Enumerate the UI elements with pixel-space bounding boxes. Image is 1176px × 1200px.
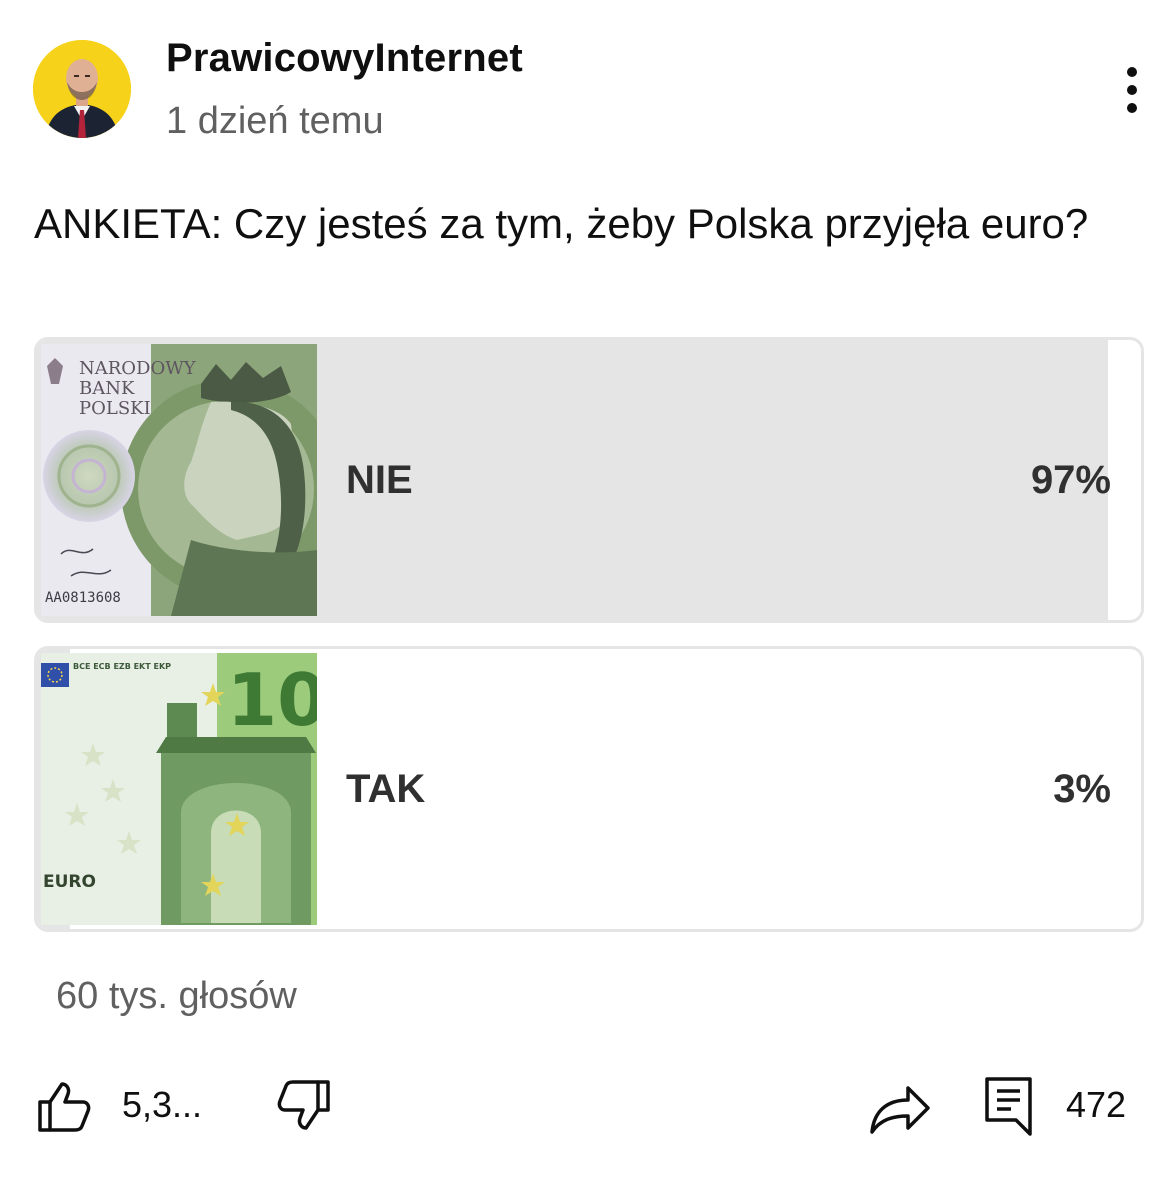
banknote-text-line3: POLSKI xyxy=(79,398,151,419)
more-options-button[interactable] xyxy=(1108,64,1156,116)
banknote-bank-codes: BCE ECB EZB EKT EKP xyxy=(73,662,171,671)
comment-count: 472 xyxy=(1066,1084,1127,1125)
share-button[interactable] xyxy=(868,1078,934,1138)
dislike-button[interactable] xyxy=(276,1078,336,1138)
thumbs-down-icon xyxy=(277,1080,330,1130)
avatar-person-image xyxy=(33,40,131,138)
poll-question: ANKIETA: Czy jesteś za tym, żeby Polska … xyxy=(34,200,1089,247)
banknote-serial: AA0813608 xyxy=(45,590,121,606)
poll-option-nie[interactable]: NARODOWY BANK POLSKI AA0813608 NIE 97% xyxy=(34,337,1144,623)
channel-name[interactable]: PrawicowyInternet xyxy=(166,36,523,81)
share-icon xyxy=(870,1086,930,1134)
poll-option-percent: 3% xyxy=(1053,767,1111,811)
banknote-currency: EURO xyxy=(43,872,96,892)
polish-zloty-banknote-image: NARODOWY BANK POLSKI AA0813608 xyxy=(41,344,317,616)
euro-banknote-image: BCE ECB EZB EKT EKP 100 EURO xyxy=(41,653,317,925)
poll-option-tak[interactable]: BCE ECB EZB EKT EKP 100 EURO xyxy=(34,646,1144,932)
poll-option-label: TAK xyxy=(346,767,426,811)
post-time: 1 dzień temu xyxy=(166,100,384,142)
thumbs-up-icon xyxy=(38,1082,91,1132)
poll-vote-count: 60 tys. głosów xyxy=(56,975,297,1017)
like-count: 5,3... xyxy=(122,1084,203,1125)
comments-button[interactable]: 472 xyxy=(984,1076,1144,1140)
comment-icon xyxy=(985,1077,1032,1136)
banknote-text-line1: NARODOWY xyxy=(79,358,197,379)
more-vert-icon xyxy=(1127,67,1137,113)
poll-option-label: NIE xyxy=(346,458,413,502)
channel-avatar[interactable] xyxy=(33,40,131,138)
banknote-denomination: 100 xyxy=(227,658,317,742)
poll-option-percent: 97% xyxy=(1030,458,1111,502)
banknote-text-line2: BANK xyxy=(79,378,135,399)
like-button[interactable]: 5,3... xyxy=(36,1078,226,1138)
